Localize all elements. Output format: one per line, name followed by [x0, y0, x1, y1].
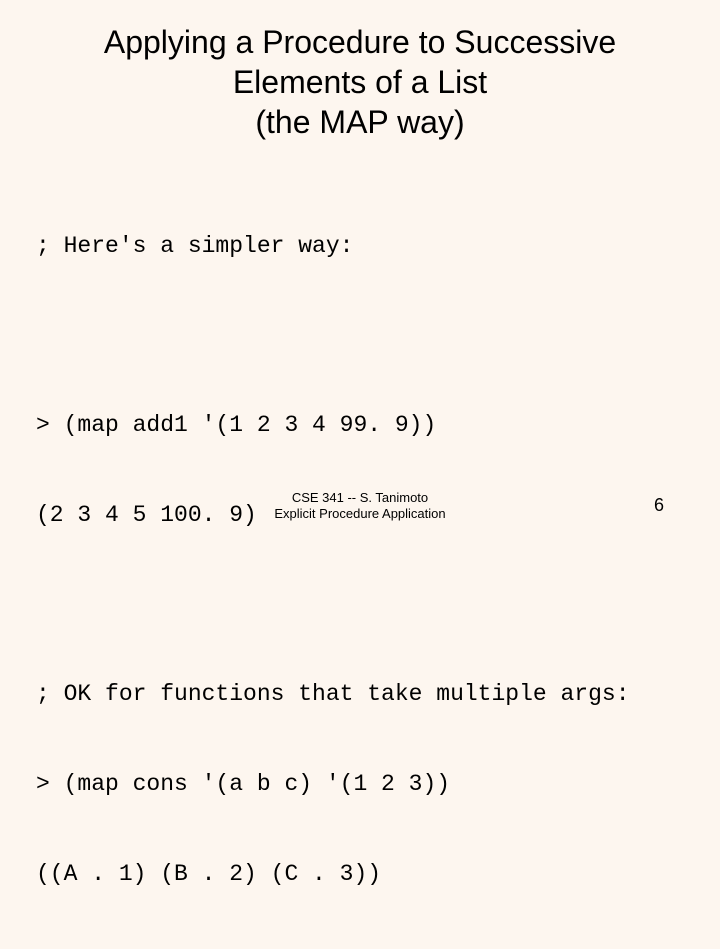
code-block-2: > (map add1 '(1 2 3 4 99. 9)) (2 3 4 5 1…	[36, 351, 684, 590]
footer-line-2: Explicit Procedure Application	[274, 506, 445, 521]
code-line: > (map add1 '(1 2 3 4 99. 9))	[36, 411, 684, 441]
title-line-3: (the MAP way)	[255, 104, 464, 140]
code-line: ; Here's a simpler way:	[36, 232, 684, 262]
code-line: ((A . 1) (B . 2) (C . 3))	[36, 860, 684, 890]
code-line: ; OK for functions that take multiple ar…	[36, 680, 684, 710]
page-number: 6	[654, 495, 664, 516]
footer-line-1: CSE 341 -- S. Tanimoto	[292, 490, 428, 505]
title-line-2: Elements of a List	[233, 64, 487, 100]
slide: Applying a Procedure to Successive Eleme…	[0, 0, 720, 540]
slide-title: Applying a Procedure to Successive Eleme…	[36, 22, 684, 142]
code-block-3: ; OK for functions that take multiple ar…	[36, 621, 684, 949]
code-line: > (map cons '(a b c) '(1 2 3))	[36, 770, 684, 800]
code-block-1: ; Here's a simpler way:	[36, 172, 684, 321]
title-line-1: Applying a Procedure to Successive	[104, 24, 616, 60]
slide-footer: CSE 341 -- S. Tanimoto Explicit Procedur…	[0, 490, 720, 523]
